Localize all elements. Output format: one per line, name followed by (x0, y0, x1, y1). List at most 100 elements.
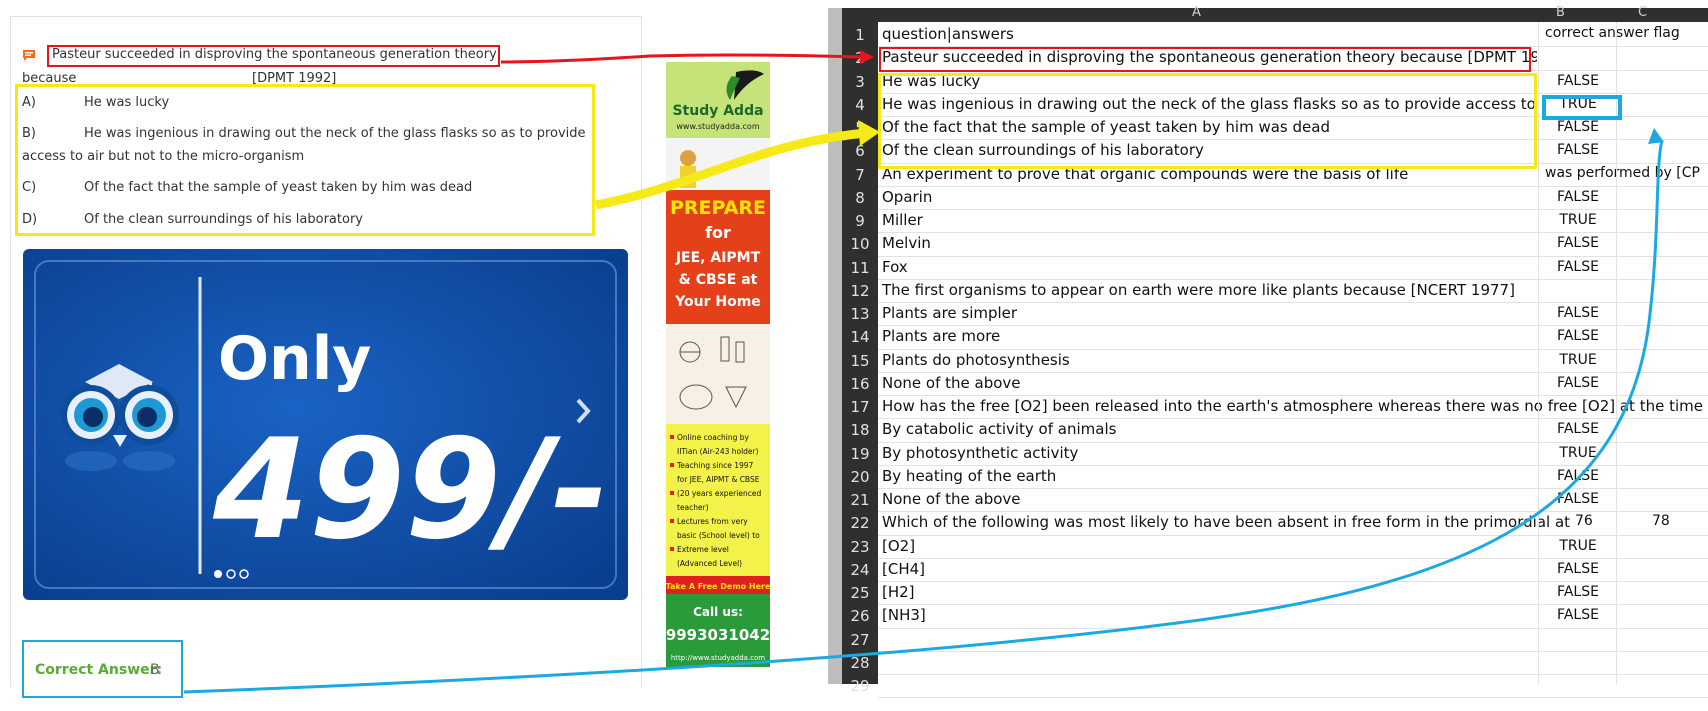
row-number[interactable]: 14 (842, 328, 878, 346)
banner-price-text: 499/- (212, 409, 609, 570)
cell-b[interactable]: TRUE (1540, 212, 1616, 228)
row-number[interactable]: 19 (842, 445, 878, 463)
row-number[interactable]: 11 (842, 259, 878, 277)
ad-phone[interactable]: 9993031042 (666, 626, 770, 644)
cell-b[interactable]: TRUE (1540, 445, 1616, 461)
row-number[interactable]: 7 (842, 166, 878, 184)
cell-b[interactable]: FALSE (1540, 607, 1616, 623)
row-number[interactable]: 29 (842, 677, 878, 695)
correct-answer-label: Correct Answer: (35, 662, 163, 678)
cell-b[interactable]: FALSE (1540, 491, 1616, 507)
cell-b[interactable]: FALSE (1540, 73, 1616, 89)
row-number[interactable]: 6 (842, 142, 878, 160)
row-number[interactable]: 15 (842, 352, 878, 370)
cell-b[interactable]: FALSE (1540, 305, 1616, 321)
cell-a[interactable]: The first organisms to appear on earth w… (882, 281, 1515, 299)
cell-b[interactable]: FALSE (1540, 375, 1616, 391)
row-number[interactable]: 9 (842, 212, 878, 230)
cell-b[interactable]: FALSE (1540, 328, 1616, 344)
row-number[interactable]: 20 (842, 468, 878, 486)
ad-bullet-8: basic (School level) to (677, 531, 760, 540)
row-number[interactable]: 23 (842, 538, 878, 556)
cell-b[interactable]: 76 (1575, 513, 1593, 529)
ad-headline-3: JEE, AIPMT (675, 250, 761, 266)
ad-footer-url[interactable]: http://www.studyadda.com (671, 654, 765, 662)
cell-c[interactable]: 78 (1652, 513, 1670, 529)
row-number[interactable]: 5 (842, 119, 878, 137)
option-b-text-continued[interactable]: access to air but not to the micro-organ… (22, 149, 304, 164)
cell-a[interactable]: [NH3] (882, 606, 926, 624)
cell-b[interactable]: FALSE (1540, 119, 1616, 135)
option-d-text[interactable]: Of the clean surroundings of his laborat… (84, 212, 363, 227)
study-adda-ad[interactable]: Study Adda www.studyadda.com PREPARE for… (666, 62, 771, 667)
cell-b[interactable]: correct answer flag (1545, 25, 1680, 41)
row-number[interactable]: 16 (842, 375, 878, 393)
cell-a[interactable]: By heating of the earth (882, 467, 1056, 485)
row-number[interactable]: 25 (842, 584, 878, 602)
row-number[interactable]: 27 (842, 631, 878, 649)
row-number[interactable]: 1 (842, 26, 878, 44)
row-number[interactable]: 4 (842, 96, 878, 114)
cell-a[interactable]: Miller (882, 211, 923, 229)
cell-a[interactable]: By photosynthetic activity (882, 444, 1078, 462)
row-divider (878, 325, 1708, 327)
cell-a[interactable]: question|answers (882, 25, 1014, 43)
cell-a[interactable]: [H2] (882, 583, 915, 601)
cell-a[interactable]: Plants are more (882, 327, 1000, 345)
cell-b[interactable]: FALSE (1540, 421, 1616, 437)
row-number[interactable]: 26 (842, 607, 878, 625)
comment-icon (23, 50, 35, 61)
cell-b[interactable]: FALSE (1540, 584, 1616, 600)
cell-b[interactable]: FALSE (1540, 259, 1616, 275)
row-number[interactable]: 21 (842, 491, 878, 509)
spreadsheet-scroll-gutter (828, 8, 842, 684)
cell-b[interactable]: TRUE (1540, 352, 1616, 368)
cell-b[interactable]: TRUE (1540, 538, 1616, 554)
cell-b[interactable]: FALSE (1540, 468, 1616, 484)
option-b-text[interactable]: He was ingenious in drawing out the neck… (84, 126, 586, 141)
cell-a[interactable]: Plants do photosynthesis (882, 351, 1070, 369)
option-d-letter: D) (22, 212, 38, 227)
option-a-text[interactable]: He was lucky (84, 95, 169, 110)
cell-b[interactable]: FALSE (1540, 235, 1616, 251)
cell-a[interactable]: Which of the following was most likely t… (882, 513, 1570, 531)
cell-a[interactable]: Fox (882, 258, 908, 276)
cell-a[interactable]: Plants are simpler (882, 304, 1017, 322)
column-header-bar: A B C (842, 5, 1708, 22)
row-divider (878, 302, 1708, 303)
cell-a[interactable]: None of the above (882, 374, 1021, 392)
row-number[interactable]: 28 (842, 654, 878, 672)
cell-b[interactable]: FALSE (1540, 189, 1616, 205)
row-number[interactable]: 10 (842, 235, 878, 253)
option-c-text[interactable]: Of the fact that the sample of yeast tak… (84, 180, 472, 195)
row-divider (878, 697, 1708, 699)
row-number[interactable]: 17 (842, 398, 878, 416)
row-number[interactable]: 8 (842, 189, 878, 207)
cell-a[interactable]: How has the free [O2] been released into… (882, 397, 1704, 415)
cell-a[interactable]: By catabolic activity of animals (882, 420, 1116, 438)
column-header-a[interactable]: A (1192, 5, 1201, 20)
cell-a[interactable]: Melvin (882, 234, 931, 252)
cell-a[interactable]: Oparin (882, 188, 932, 206)
column-header-b[interactable]: B (1556, 5, 1565, 20)
row-number[interactable]: 22 (842, 514, 878, 532)
ad-demo[interactable]: Take A Free Demo Here (666, 582, 771, 591)
column-header-c[interactable]: C (1638, 5, 1647, 20)
cell-b[interactable]: FALSE (1540, 561, 1616, 577)
cell-a[interactable]: None of the above (882, 490, 1021, 508)
row-number[interactable]: 24 (842, 561, 878, 579)
row-number[interactable]: 2 (842, 49, 878, 67)
sheet-question-highlight-box (879, 47, 1531, 72)
row-number[interactable]: 3 (842, 73, 878, 91)
promo-banner[interactable]: Only 499/- (23, 249, 628, 600)
ad-bullet-3: Teaching since 1997 (676, 461, 754, 470)
row-divider (878, 395, 1708, 396)
cell-b[interactable]: was performed by [CP (1545, 165, 1700, 181)
row-number[interactable]: 13 (842, 305, 878, 323)
cell-b[interactable]: FALSE (1540, 142, 1616, 158)
row-number[interactable]: 12 (842, 282, 878, 300)
carousel-dot-active[interactable] (214, 570, 222, 578)
row-number[interactable]: 18 (842, 421, 878, 439)
cell-a[interactable]: [O2] (882, 537, 915, 555)
cell-a[interactable]: [CH4] (882, 560, 925, 578)
